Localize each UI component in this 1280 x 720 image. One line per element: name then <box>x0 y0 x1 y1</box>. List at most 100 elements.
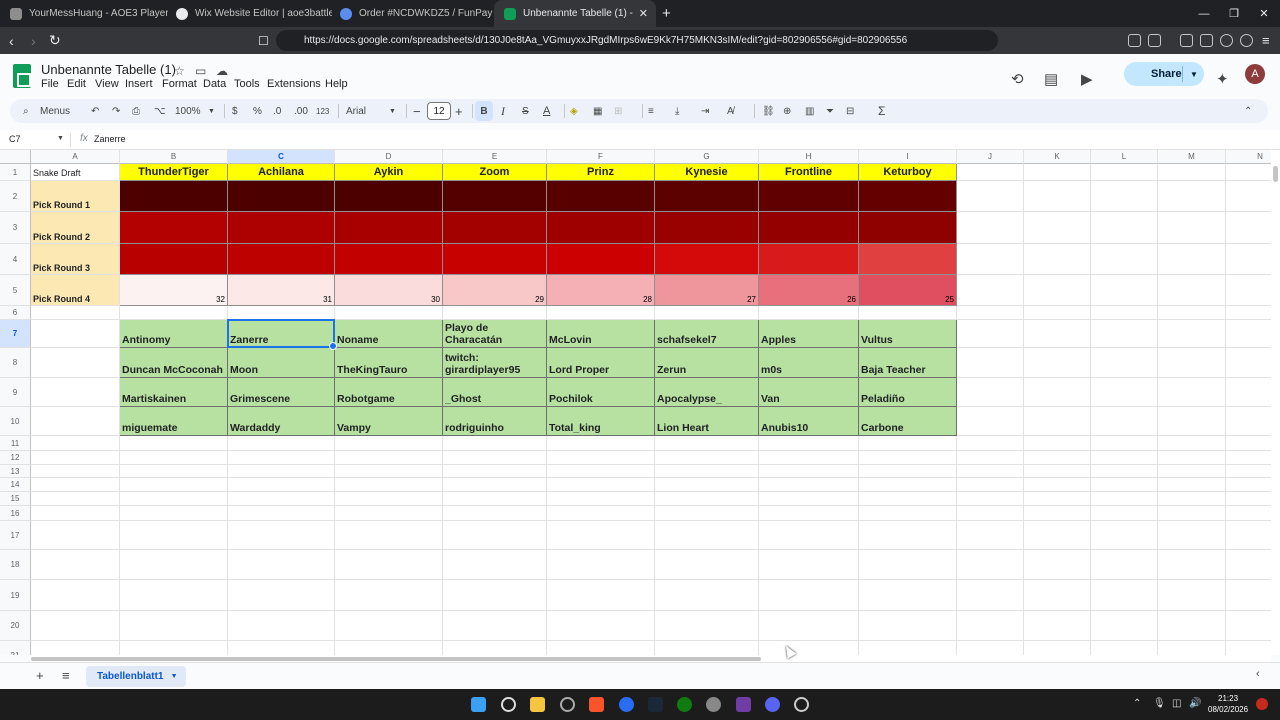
empty-cell[interactable] <box>1158 451 1226 465</box>
empty-cell[interactable] <box>547 550 655 580</box>
empty-cell[interactable] <box>443 451 547 465</box>
fill-color-icon[interactable]: ◈ <box>570 99 578 123</box>
empty-cell[interactable] <box>547 306 655 320</box>
empty-cell[interactable] <box>759 451 859 465</box>
browser-menu-icon[interactable]: ≡ <box>1262 27 1270 54</box>
empty-cell[interactable] <box>859 580 957 611</box>
pick-number-cell[interactable]: 11 <box>655 212 759 244</box>
player-name-cell[interactable]: Lord Proper <box>547 348 655 378</box>
empty-cell[interactable] <box>957 478 1024 492</box>
pick-round-label[interactable]: Pick Round 1 <box>31 181 120 212</box>
empty-cell[interactable] <box>1091 492 1158 506</box>
empty-cell[interactable] <box>335 506 443 521</box>
empty-cell[interactable] <box>1158 641 1226 655</box>
empty-cell[interactable] <box>859 521 957 550</box>
empty-cell[interactable] <box>1158 580 1226 611</box>
player-name-cell[interactable]: Anubis10 <box>759 407 859 436</box>
empty-cell[interactable] <box>957 580 1024 611</box>
pick-number-cell[interactable]: 20 <box>443 244 547 275</box>
empty-cell[interactable] <box>1158 492 1226 506</box>
empty-cell[interactable] <box>31 451 120 465</box>
empty-cell[interactable] <box>957 506 1024 521</box>
empty-cell[interactable] <box>1024 521 1091 550</box>
empty-cell[interactable] <box>1158 611 1226 641</box>
empty-cell[interactable] <box>31 611 120 641</box>
start-menu-icon[interactable] <box>471 697 486 712</box>
empty-cell[interactable] <box>957 212 1024 244</box>
empty-cell[interactable] <box>1024 320 1091 348</box>
player-name-cell[interactable]: Playo de Characatán <box>443 320 547 348</box>
row-header[interactable]: 3 <box>0 212 31 244</box>
empty-cell[interactable] <box>859 506 957 521</box>
player-name-cell[interactable]: Wardaddy <box>228 407 335 436</box>
player-name-cell[interactable]: Duncan McCoconah <box>120 348 228 378</box>
empty-cell[interactable] <box>1024 641 1091 655</box>
player-name-cell[interactable]: Lion Heart <box>655 407 759 436</box>
close-tab-icon[interactable]: ✕ <box>639 7 648 20</box>
pick-number-cell[interactable]: 29 <box>443 275 547 306</box>
empty-cell[interactable] <box>655 580 759 611</box>
name-box[interactable]: C7 <box>9 134 21 144</box>
row-header[interactable]: 7 <box>0 320 31 348</box>
empty-cell[interactable] <box>655 465 759 478</box>
empty-cell[interactable] <box>1024 580 1091 611</box>
empty-cell[interactable] <box>228 580 335 611</box>
empty-cell[interactable] <box>759 521 859 550</box>
empty-cell[interactable] <box>859 550 957 580</box>
empty-cell[interactable] <box>228 306 335 320</box>
empty-cell[interactable] <box>1091 611 1158 641</box>
row-header[interactable]: 10 <box>0 407 31 436</box>
empty-cell[interactable] <box>31 465 120 478</box>
player-name-cell[interactable]: Antinomy <box>120 320 228 348</box>
empty-cell[interactable] <box>1226 641 1271 655</box>
pick-round-label[interactable]: Pick Round 4 <box>31 275 120 306</box>
browser-tab[interactable]: Order #NCDWKDZ5 / FunPay <box>330 0 496 27</box>
new-tab-button[interactable]: + <box>662 0 678 27</box>
currency-format-button[interactable]: $ <box>232 99 238 123</box>
player-name-cell[interactable]: m0s <box>759 348 859 378</box>
minimize-icon[interactable]: — <box>1188 0 1220 27</box>
search-menus-field[interactable]: Menus <box>40 99 70 123</box>
empty-cell[interactable] <box>859 465 957 478</box>
empty-cell[interactable] <box>1091 521 1158 550</box>
empty-cell[interactable] <box>1226 478 1271 492</box>
empty-cell[interactable] <box>443 521 547 550</box>
empty-cell[interactable] <box>443 506 547 521</box>
empty-cell[interactable] <box>228 521 335 550</box>
font-size-input[interactable]: 12 <box>427 102 451 120</box>
row-header[interactable]: 21 <box>0 641 31 655</box>
player-name-cell[interactable]: Moon <box>228 348 335 378</box>
row-header[interactable]: 6 <box>0 306 31 320</box>
row-header[interactable]: 16 <box>0 506 31 521</box>
empty-cell[interactable] <box>120 521 228 550</box>
empty-cell[interactable] <box>1226 451 1271 465</box>
empty-cell[interactable] <box>120 451 228 465</box>
empty-cell[interactable] <box>335 465 443 478</box>
empty-cell[interactable] <box>1158 521 1226 550</box>
empty-cell[interactable] <box>759 550 859 580</box>
formula-input[interactable]: Zanerre <box>94 134 126 144</box>
horizontal-scrollbar[interactable] <box>31 655 1271 662</box>
empty-cell[interactable] <box>1158 212 1226 244</box>
pick-number-cell[interactable]: 24 <box>859 244 957 275</box>
menu-tools[interactable]: Tools <box>234 78 260 90</box>
pick-number-cell[interactable]: 17 <box>120 244 228 275</box>
extension-icon[interactable] <box>1148 34 1161 47</box>
empty-cell[interactable] <box>957 407 1024 436</box>
empty-cell[interactable] <box>1226 550 1271 580</box>
horizontal-align-icon[interactable]: ≡ <box>648 99 654 123</box>
volume-icon[interactable]: 🔊 <box>1189 698 1201 709</box>
column-header[interactable]: A <box>31 150 120 164</box>
star-icon[interactable]: ☆ <box>174 64 185 78</box>
empty-cell[interactable] <box>547 521 655 550</box>
menu-edit[interactable]: Edit <box>67 78 86 90</box>
empty-cell[interactable] <box>443 550 547 580</box>
gemini-sparkle-icon[interactable]: ✦ <box>1216 70 1229 88</box>
empty-cell[interactable] <box>335 611 443 641</box>
empty-cell[interactable] <box>1158 306 1226 320</box>
empty-cell[interactable] <box>31 407 120 436</box>
menu-help[interactable]: Help <box>325 78 348 90</box>
empty-cell[interactable] <box>957 378 1024 407</box>
player-name-cell[interactable]: miguemate <box>120 407 228 436</box>
row-header[interactable]: 11 <box>0 436 31 451</box>
